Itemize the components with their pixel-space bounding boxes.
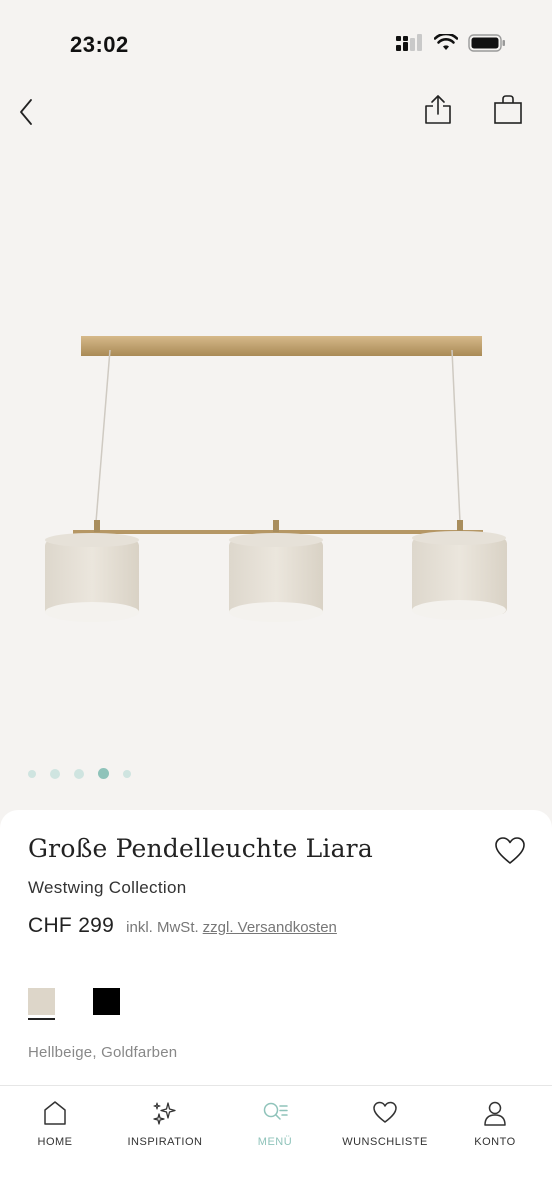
search-menu-icon: [263, 1102, 288, 1120]
tab-label: INSPIRATION: [127, 1136, 203, 1148]
tab-home[interactable]: HOME: [0, 1100, 110, 1148]
shopping-bag-icon: [494, 95, 522, 124]
suspension-cable: [95, 349, 111, 523]
top-navigation: [0, 90, 552, 130]
shade-mount: [273, 520, 279, 532]
color-swatches: [28, 988, 120, 1020]
tax-note: inkl. MwSt.: [126, 919, 199, 936]
user-icon: [484, 1101, 506, 1126]
wishlist-button[interactable]: [494, 836, 526, 866]
product-image[interactable]: [0, 290, 552, 650]
tab-menu[interactable]: MENÜ: [220, 1100, 330, 1148]
share-button[interactable]: [422, 92, 454, 126]
lamp-shade: [45, 533, 139, 622]
share-icon: [425, 95, 451, 124]
cellular-signal-icon: [396, 34, 422, 51]
carousel-dot[interactable]: [28, 769, 36, 778]
status-bar: 23:02: [0, 0, 552, 90]
tab-wishlist[interactable]: WUNSCHLISTE: [330, 1100, 440, 1148]
tab-label: MENÜ: [257, 1136, 293, 1148]
cart-button[interactable]: [492, 94, 524, 124]
price-row: CHF 299 inkl. MwSt. zzgl. Versandkosten: [28, 914, 337, 938]
battery-icon: [468, 34, 505, 52]
shade-mount: [94, 520, 100, 532]
heart-icon: [495, 837, 525, 864]
carousel-dot[interactable]: [74, 768, 84, 779]
ceiling-canopy: [81, 336, 482, 356]
status-icons: [396, 34, 506, 52]
product-title: Große Pendelleuchte Liara: [28, 834, 373, 863]
brand-name[interactable]: Westwing Collection: [28, 878, 186, 898]
suspension-cable: [451, 349, 461, 523]
tab-label: HOME: [37, 1136, 73, 1148]
sparkles-icon: [153, 1102, 176, 1125]
home-icon: [44, 1101, 66, 1125]
carousel-dot[interactable]: [50, 768, 60, 779]
selected-color-name: Hellbeige, Goldfarben: [28, 1044, 178, 1061]
product-price: CHF 299: [28, 914, 115, 937]
status-time: 23:02: [70, 32, 129, 57]
tab-account[interactable]: KONTO: [440, 1100, 550, 1148]
tab-label: WUNSCHLISTE: [342, 1136, 428, 1148]
product-details-sheet: Große Pendelleuchte Liara Westwing Colle…: [0, 810, 552, 1090]
carousel-dot[interactable]: [98, 768, 109, 779]
wifi-icon: [434, 34, 458, 50]
carousel-dot[interactable]: [123, 769, 131, 778]
heart-icon: [373, 1101, 397, 1123]
tab-inspiration[interactable]: INSPIRATION: [110, 1100, 220, 1148]
shade-mount: [457, 520, 463, 532]
lamp-shade: [412, 531, 507, 620]
lamp-shade: [229, 533, 323, 622]
color-swatch[interactable]: [93, 988, 120, 1015]
bottom-tab-bar: HOME INSPIRATION MENÜ WUNSCHLISTE KONTO: [0, 1085, 552, 1200]
chevron-left-icon: [20, 99, 32, 125]
back-button[interactable]: [14, 94, 42, 126]
color-swatch[interactable]: [28, 988, 55, 1020]
image-carousel-dots: [28, 768, 131, 779]
tab-label: KONTO: [474, 1136, 516, 1148]
shipping-costs-link[interactable]: zzgl. Versandkosten: [203, 919, 337, 936]
